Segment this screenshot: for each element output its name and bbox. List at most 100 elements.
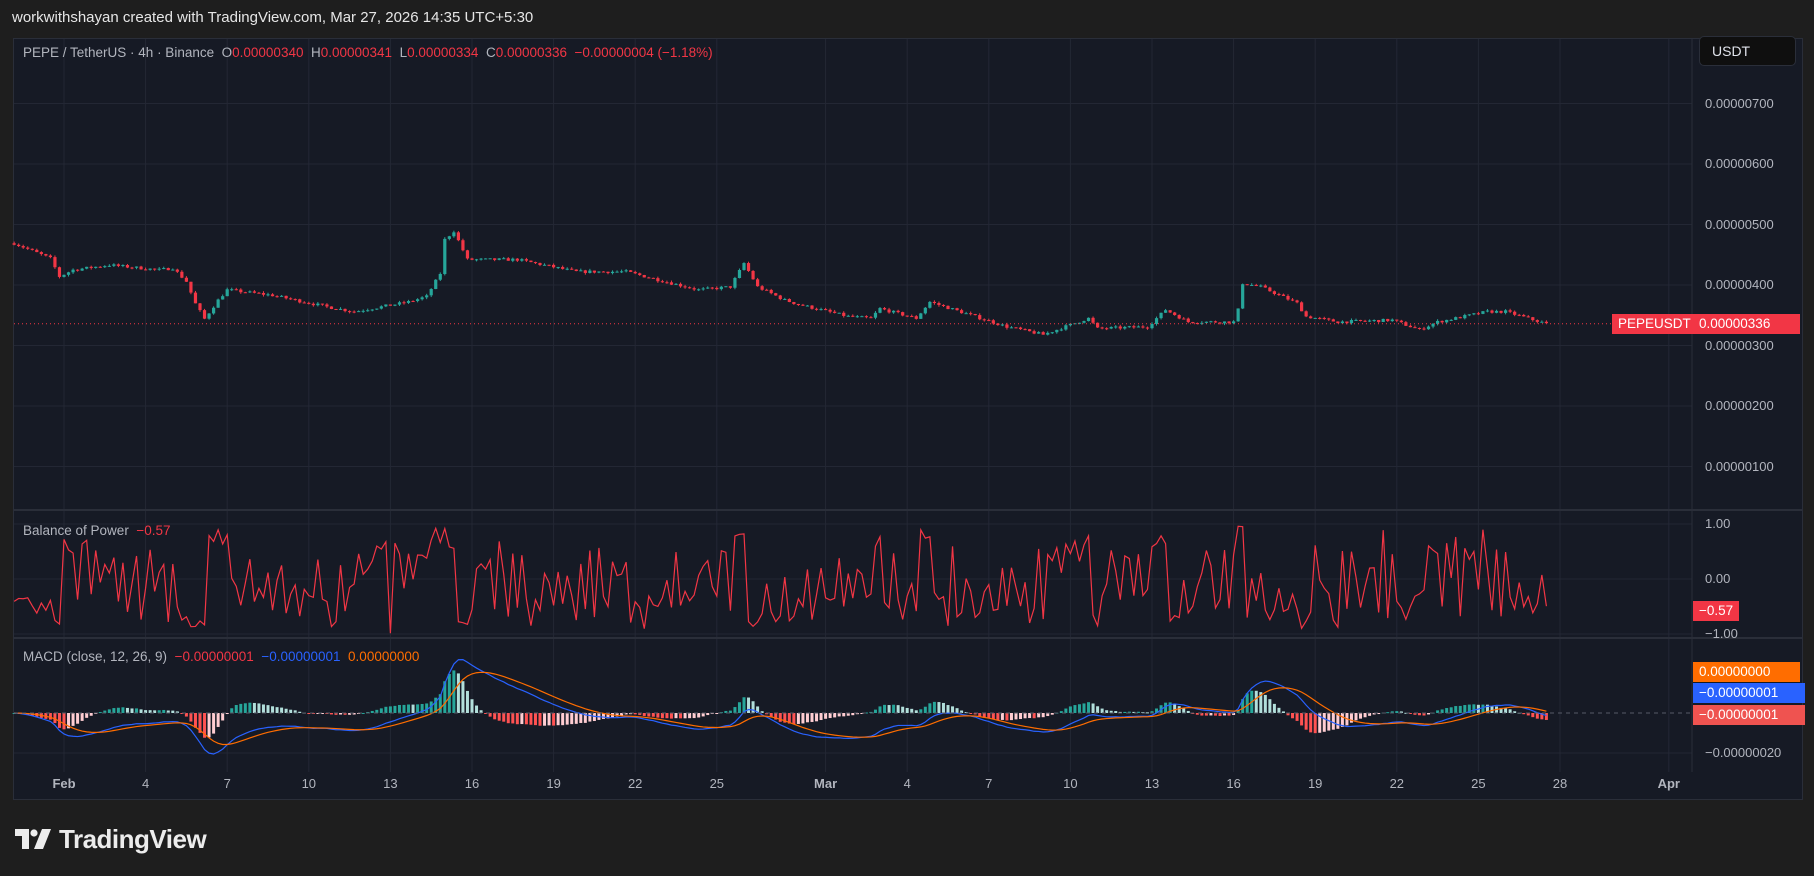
candle-body [1114,326,1118,328]
candle-body [824,309,828,311]
candle-body [202,310,207,319]
macd-histogram-bar [556,713,560,726]
candle-body [769,289,773,294]
currency-button[interactable]: USDT [1699,36,1796,66]
candle-body [1191,322,1195,324]
candle [837,312,841,314]
candle-body [783,298,787,300]
candle-body [583,270,587,273]
candle [80,267,84,271]
candle [756,277,760,287]
macd-title[interactable]: MACD (close, 12, 26, 9) [23,649,167,664]
candle [357,310,361,313]
candle [1245,284,1249,286]
tradingview-logo[interactable]: TradingView [15,824,207,854]
candle [384,304,388,308]
macd-histogram-bar [1186,710,1190,713]
chart-canvas[interactable] [0,0,1814,876]
macd-histogram-bar [252,702,256,713]
macd-histogram-bar [243,703,247,713]
candle-body [243,292,247,294]
candle-body [1440,320,1444,323]
candle-body [688,287,692,289]
candle-body [270,294,275,297]
candle [601,271,606,273]
candle-body [1431,323,1435,327]
macd-histogram-bar [543,713,547,726]
candle-body [765,289,769,291]
candle-body [207,313,211,319]
macd-histogram-bar [665,713,669,719]
candle [1023,328,1027,331]
candle-body [851,315,855,317]
macd-histogram-bar [216,713,220,727]
candle [1064,324,1068,331]
candle [814,307,819,311]
candle [647,276,651,279]
candle-body [511,258,515,261]
candle [144,267,148,271]
candle-body [678,283,683,287]
candle [1408,324,1412,328]
macd-histogram-bar [1535,713,1539,719]
candle-body [669,282,674,285]
macd-histogram-bar [388,706,392,713]
candle [53,255,57,269]
macd-histogram-bar [1313,713,1317,734]
candle-body [937,303,941,305]
candle-body [796,303,800,305]
candle-body [1023,329,1027,331]
candle [284,295,288,300]
macd-histogram-bar [733,707,737,713]
candle [234,287,238,291]
candle-body [252,291,256,293]
candle [520,258,524,262]
candle-body [638,273,642,276]
macd-histogram-bar [588,713,592,722]
candle [1436,319,1440,326]
candle [950,307,955,310]
candle [1177,314,1181,320]
symbol-name[interactable]: PEPE / TetherUS · 4h · Binance [23,45,214,60]
candle [1381,318,1385,323]
candle-body [542,264,547,266]
macd-histogram-bar [683,713,687,719]
macd-histogram-bar [524,713,528,725]
macd-histogram-bar [80,713,84,721]
macd-histogram-bar [674,713,678,719]
macd-histogram-bar [370,710,374,713]
macd-histogram-bar [361,712,365,714]
candle-body [905,315,909,317]
macd-histogram-bar [135,708,139,713]
candle [651,277,655,279]
candle-body [1227,321,1231,324]
candle [166,267,170,271]
macd-histogram-bar [193,713,197,728]
candle [1236,308,1240,322]
candle-body [778,295,782,300]
candle-body [221,296,225,300]
candle-body [910,316,914,318]
candle-body [842,312,846,316]
candle [733,276,737,290]
time-label: 10 [301,776,317,791]
candle-body [1100,327,1104,329]
candle-body [411,301,415,303]
candle-body [801,304,805,306]
candle [819,307,823,311]
macd-histogram-bar [280,707,284,713]
candle [157,267,161,271]
bop-title[interactable]: Balance of Power [23,523,129,538]
macd-histogram-bar [1028,713,1032,719]
candle [85,266,89,270]
candle [565,267,569,271]
candle [1467,314,1471,317]
macd-histogram-bar [189,713,193,722]
candle [901,311,905,317]
macd-histogram-bar [1087,702,1091,713]
candle [941,304,946,307]
candle-body [12,243,16,245]
macd-histogram-bar [1096,706,1100,713]
candle-body [425,295,429,298]
macd-histogram-bar [778,713,782,722]
